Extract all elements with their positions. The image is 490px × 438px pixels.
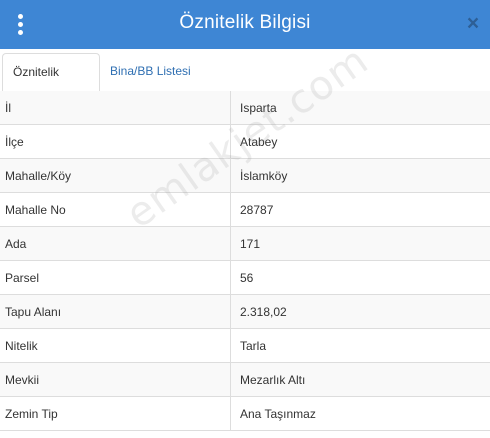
attribute-key: Mahalle/Köy [0,158,231,193]
tab-bar: Öznitelik Bilgisi Bina/BB Listesi [0,49,490,115]
dialog-header: Öznitelik Bilgisi × [0,0,490,49]
attribute-value: 171 [230,226,490,261]
table-row: Mevkii Mezarlık Altı [0,362,490,397]
table-row: Tapu Alanı 2.318,02 [0,294,490,329]
attribute-value: İslamköy [230,158,490,193]
attribute-value: Mezarlık Altı [230,362,490,397]
close-icon[interactable]: × [464,13,482,35]
attribute-key: İl [0,91,231,125]
table-row: Zemin Tip Ana Taşınmaz [0,396,490,431]
table-row: Mahalle/Köy İslamköy [0,158,490,193]
attribute-value: 56 [230,260,490,295]
table-row: İlçe Atabey [0,124,490,159]
attribute-value: Isparta [230,91,490,125]
table-row: Parsel 56 [0,260,490,295]
table-row: Mahalle No 28787 [0,192,490,227]
attribute-key: Ada [0,226,231,261]
table-row: Nitelik Tarla [0,328,490,363]
attribute-value: Ana Taşınmaz [230,396,490,431]
attribute-key: Parsel [0,260,231,295]
attribute-value: 2.318,02 [230,294,490,329]
attribute-key: Mahalle No [0,192,231,227]
table-row: İl Isparta [0,91,490,125]
attribute-key: Nitelik [0,328,231,363]
tab-oznitelik-bilgisi[interactable]: Öznitelik Bilgisi [2,53,100,115]
table-row: Ada 171 [0,226,490,261]
attribute-key: Tapu Alanı [0,294,231,329]
attribute-table: İl Isparta İlçe Atabey Mahalle/Köy İslam… [0,91,490,431]
attribute-key: Mevkii [0,362,231,397]
attribute-value: Atabey [230,124,490,159]
attribute-key: İlçe [0,124,231,159]
attribute-key: Zemin Tip [0,396,231,431]
attribute-value: 28787 [230,192,490,227]
dialog-title: Öznitelik Bilgisi [179,12,311,33]
attribute-value: Tarla [230,328,490,363]
tab-bina-bb-listesi[interactable]: Bina/BB Listesi [100,53,201,91]
